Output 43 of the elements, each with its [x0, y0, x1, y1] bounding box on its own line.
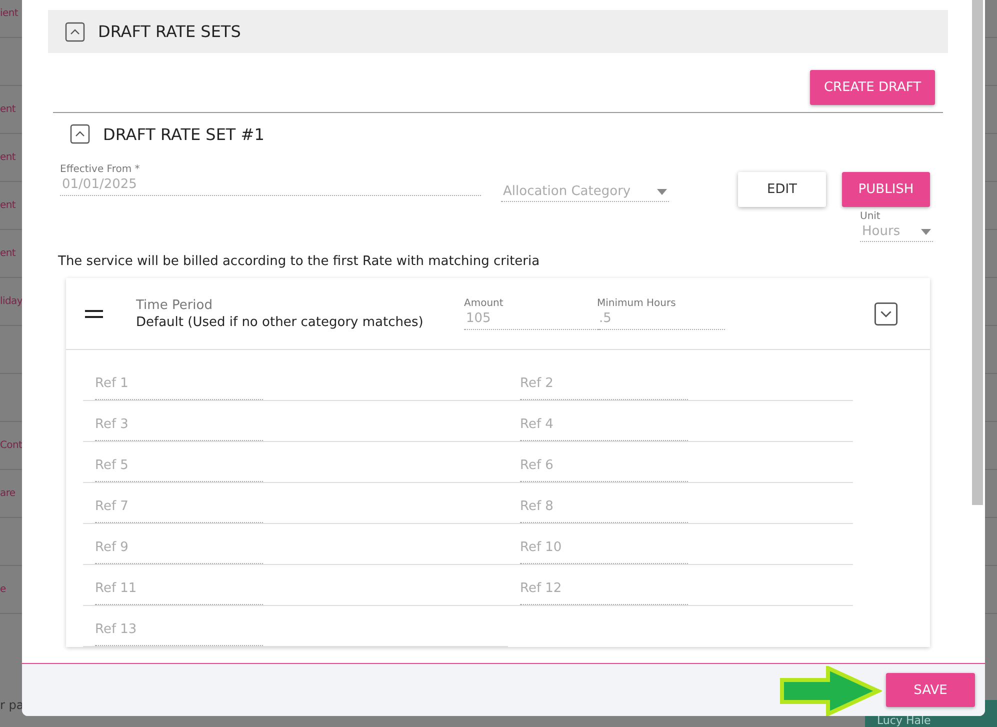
scrollbar-thumb[interactable]	[972, 0, 983, 505]
minimum-hours-field[interactable]: Minimum Hours .5	[597, 298, 725, 330]
reference-field[interactable]: Ref 9	[95, 540, 263, 564]
category-dropdown[interactable]: Allocation Category	[501, 184, 669, 202]
reference-field[interactable]: Ref 6	[520, 458, 688, 482]
drag-handle-icon[interactable]	[85, 310, 103, 318]
rate-set-title: DRAFT RATE SET #1	[103, 124, 264, 144]
expand-icon[interactable]	[874, 302, 898, 326]
reference-field[interactable]: Ref 1	[95, 376, 263, 400]
collapse-icon[interactable]	[65, 22, 85, 42]
edit-button[interactable]: EDIT	[738, 172, 826, 207]
rate-category-text: Default (Used if no other category matches)	[136, 314, 424, 330]
reference-field[interactable]: Ref 11	[95, 581, 263, 605]
menu-item-text: Cont	[0, 440, 22, 451]
reference-field[interactable]: Ref 13	[95, 622, 263, 646]
reference-field[interactable]: Ref 12	[520, 581, 688, 605]
unit-label: Unit	[860, 211, 882, 222]
reference-field[interactable]: Ref 4	[520, 417, 688, 441]
menu-item-text: liday	[0, 296, 22, 307]
save-button[interactable]: SAVE	[886, 673, 975, 707]
menu-item-text: ient	[0, 8, 18, 19]
collapse-icon[interactable]	[70, 124, 90, 144]
billing-note: The service will be billed according to the first Rate with matching criteria	[58, 254, 541, 269]
menu-item-text: ent	[0, 104, 16, 115]
reference-field[interactable]: Ref 7	[95, 499, 263, 523]
dropdown-caret-icon	[657, 188, 667, 194]
reference-field[interactable]: Ref 2	[520, 376, 688, 400]
date-field[interactable]: Effective From * 01/01/2025	[60, 164, 481, 196]
menu-item-text: e	[0, 584, 6, 595]
reference-field[interactable]: Ref 10	[520, 540, 688, 564]
unit-dropdown[interactable]: Hours	[860, 222, 933, 242]
menu-item-text: ent	[0, 200, 16, 211]
reference-field[interactable]: Ref 8	[520, 499, 688, 523]
menu-item-text: are	[0, 488, 16, 499]
dropdown-caret-icon	[921, 228, 931, 234]
reference-field[interactable]: Ref 3	[95, 417, 263, 441]
rate-type-label: Time Period	[136, 298, 214, 312]
menu-item-text: ent	[0, 152, 16, 163]
reference-field[interactable]: Ref 5	[95, 458, 263, 482]
section-title: DRAFT RATE SETS	[98, 22, 241, 41]
publish-button[interactable]: PUBLISH	[842, 172, 930, 207]
create-draft-button[interactable]: CREATE DRAFT	[810, 70, 935, 105]
menu-item-text: ent	[0, 248, 16, 259]
